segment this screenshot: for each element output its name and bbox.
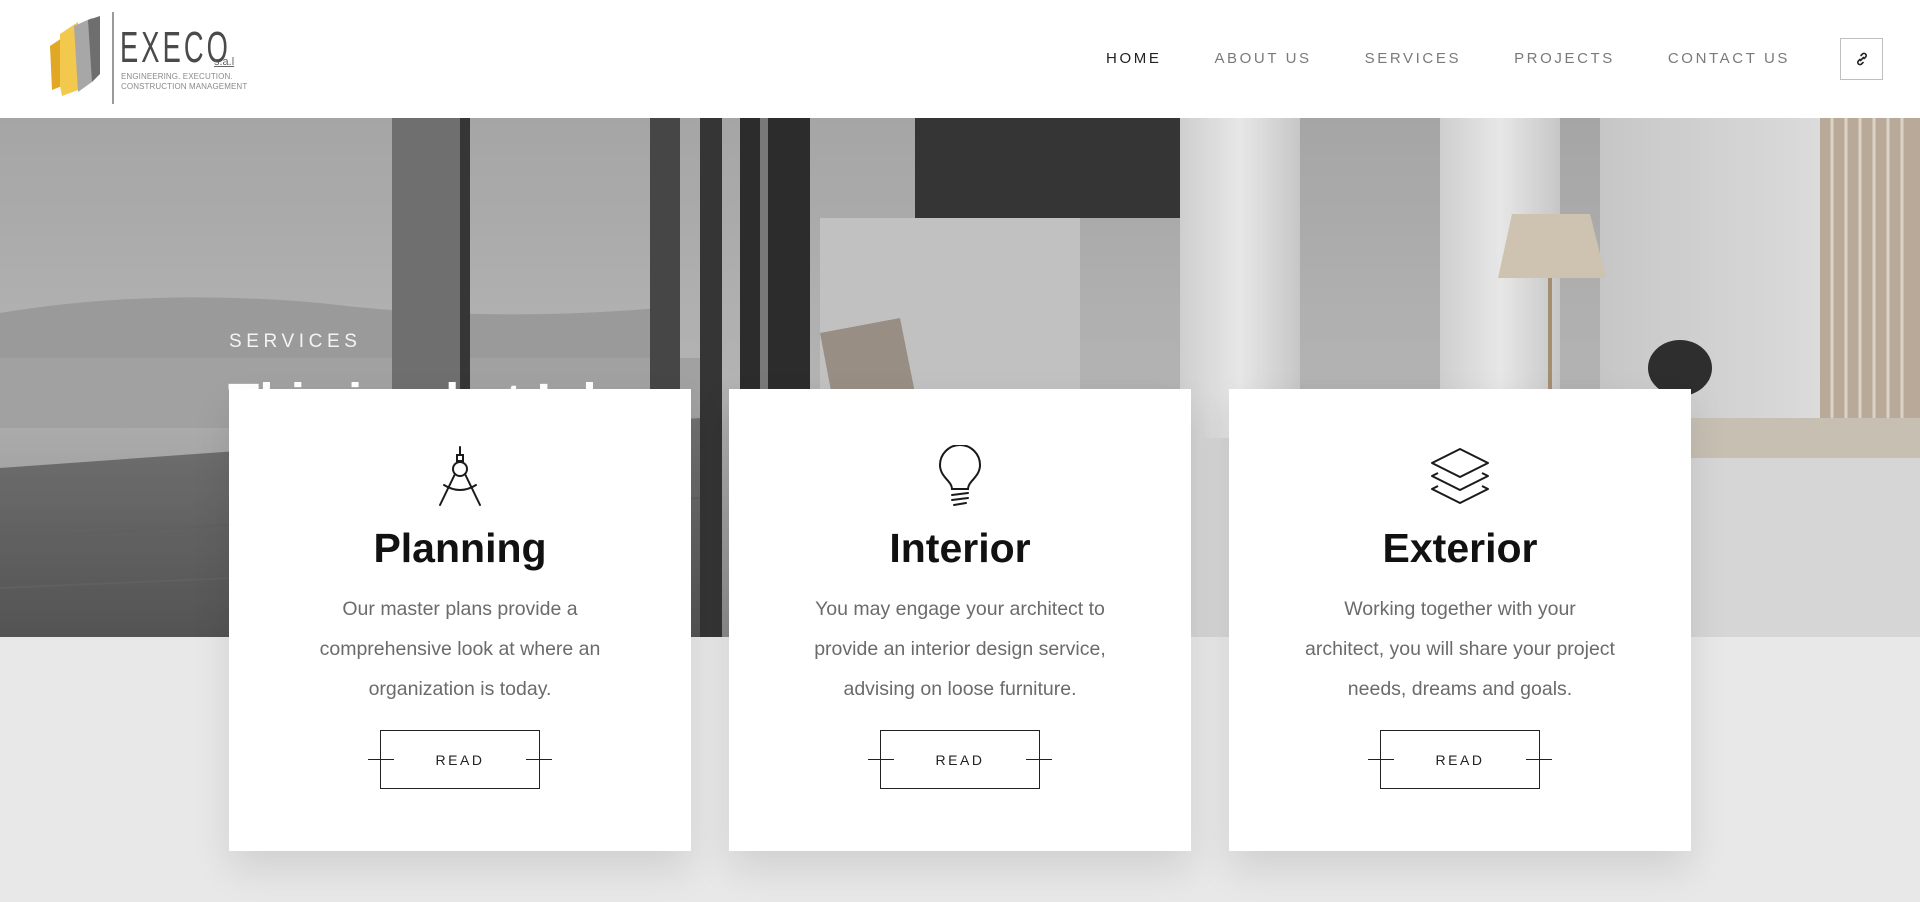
service-card-planning: Planning Our master plans provide a comp… bbox=[229, 389, 691, 851]
nav-home[interactable]: HOME bbox=[1106, 50, 1161, 67]
read-button-label: READ bbox=[435, 751, 485, 768]
logo-tagline-line-1: ENGINEERING. EXECUTION. bbox=[121, 72, 233, 81]
read-button-label: READ bbox=[935, 751, 985, 768]
read-button-label: READ bbox=[1435, 751, 1485, 768]
button-decor-line bbox=[1526, 759, 1552, 760]
company-logo[interactable]: EXECO s.a.l ENGINEERING. EXECUTION. CONS… bbox=[48, 12, 248, 106]
nav-services[interactable]: SERVICES bbox=[1365, 50, 1461, 67]
button-decor-line bbox=[368, 759, 394, 760]
layers-icon bbox=[1431, 448, 1489, 504]
card-description: You may engage your architect to provide… bbox=[814, 598, 1106, 700]
button-decor-line bbox=[1026, 759, 1052, 760]
main-nav: HOME ABOUT US SERVICES PROJECTS CONTACT … bbox=[1106, 50, 1790, 67]
logo-suffix: s.a.l bbox=[214, 56, 235, 68]
card-description: Our master plans provide a comprehensive… bbox=[319, 598, 601, 700]
card-title: Exterior bbox=[1382, 525, 1538, 571]
logo-tagline-line-2: CONSTRUCTION MANAGEMENT bbox=[121, 82, 248, 91]
card-description: Working together with your architect, yo… bbox=[1305, 598, 1615, 700]
lightbulb-icon bbox=[938, 445, 982, 506]
link-icon bbox=[1856, 52, 1867, 66]
compass-icon bbox=[439, 446, 481, 506]
logo-divider bbox=[112, 12, 114, 104]
logo-tagline: ENGINEERING. EXECUTION. CONSTRUCTION MAN… bbox=[121, 72, 261, 92]
card-title: Interior bbox=[889, 525, 1031, 571]
button-decor-line bbox=[1368, 759, 1394, 760]
link-button[interactable] bbox=[1840, 38, 1883, 80]
logo-mark-icon bbox=[50, 16, 100, 96]
nav-about-us[interactable]: ABOUT US bbox=[1214, 50, 1311, 67]
button-decor-line bbox=[868, 759, 894, 760]
section-kicker: SERVICES bbox=[229, 331, 362, 352]
card-title: Planning bbox=[373, 525, 547, 571]
service-card-exterior: Exterior Working together with your arch… bbox=[1229, 389, 1691, 851]
read-button-interior[interactable]: READ bbox=[868, 730, 1052, 789]
service-card-interior: Interior You may engage your architect t… bbox=[729, 389, 1191, 851]
site-header: EXECO s.a.l ENGINEERING. EXECUTION. CONS… bbox=[0, 0, 1920, 118]
read-button-exterior[interactable]: READ bbox=[1368, 730, 1552, 789]
read-button-planning[interactable]: READ bbox=[368, 730, 552, 789]
button-decor-line bbox=[526, 759, 552, 760]
nav-contact-us[interactable]: CONTACT US bbox=[1668, 50, 1790, 67]
nav-projects[interactable]: PROJECTS bbox=[1514, 50, 1615, 67]
